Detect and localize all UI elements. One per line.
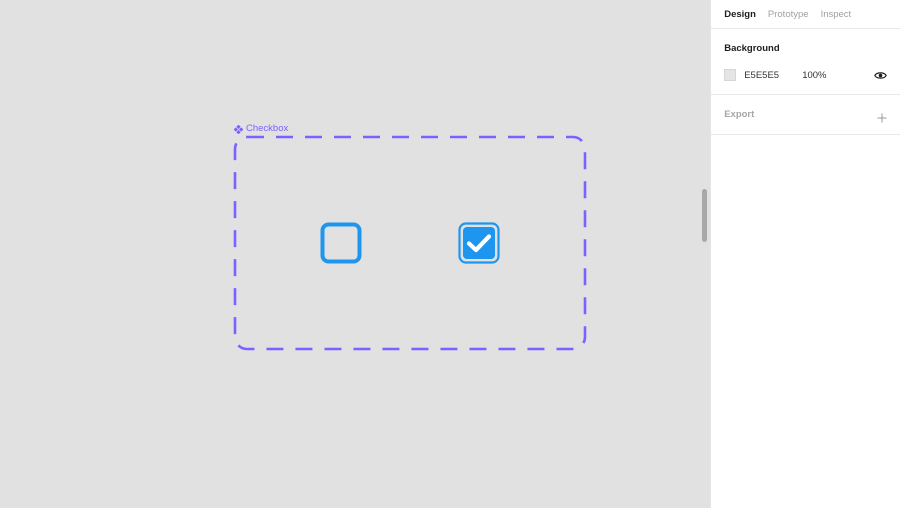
component-icon xyxy=(233,124,244,134)
eye-icon[interactable] xyxy=(874,71,887,80)
plus-icon[interactable] xyxy=(877,110,887,122)
background-row: E5E5E5 100% xyxy=(724,68,887,82)
export-title: Export xyxy=(724,109,755,120)
background-title: Background xyxy=(724,43,780,54)
properties-panel: Design Prototype Inspect Background E5E5… xyxy=(710,0,900,508)
component-name: Checkbox xyxy=(246,123,289,134)
panel-tabs: Design Prototype Inspect xyxy=(711,0,900,29)
tab-design[interactable]: Design xyxy=(724,9,756,20)
design-canvas[interactable]: Checkbox xyxy=(0,0,711,508)
background-opacity-value[interactable]: 100% xyxy=(802,70,874,81)
export-section: Export xyxy=(711,95,900,135)
tab-inspect[interactable]: Inspect xyxy=(821,9,852,20)
figma-app: Checkbox Design Prototype Inspect Backgr… xyxy=(0,0,900,508)
component-set-frame[interactable] xyxy=(233,135,587,351)
checkbox-checked[interactable] xyxy=(458,222,500,264)
canvas-scrollbar[interactable] xyxy=(702,189,707,242)
component-label[interactable]: Checkbox xyxy=(233,123,289,135)
background-color-swatch[interactable] xyxy=(724,69,737,81)
background-section: Background E5E5E5 100% xyxy=(711,29,900,95)
tab-prototype[interactable]: Prototype xyxy=(768,9,809,20)
checkbox-unchecked[interactable] xyxy=(320,222,362,264)
background-hex-value[interactable]: E5E5E5 xyxy=(744,70,802,81)
